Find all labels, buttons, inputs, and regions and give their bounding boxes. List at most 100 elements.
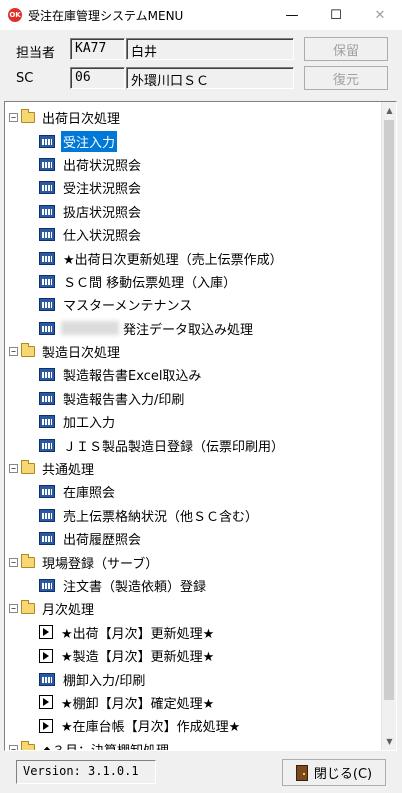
tree-item-label: 仕入状況照会 bbox=[63, 229, 142, 245]
tree-item[interactable]: マスターメンテナンス bbox=[5, 293, 383, 316]
tree-item[interactable]: ★出荷【月次】更新処理★ bbox=[5, 621, 383, 644]
tree-item[interactable]: 製造報告書入力/印刷 bbox=[5, 387, 383, 410]
close-button-label: 閉じる(C) bbox=[313, 767, 373, 782]
sc-name-field[interactable]: 外環川口ＳＣ bbox=[126, 67, 294, 89]
tree-item-label: ★棚卸【月次】確定処理★ bbox=[61, 696, 215, 712]
scroll-up-icon[interactable]: ▲ bbox=[382, 102, 396, 119]
tree-group[interactable]: − ◆３月：決算棚卸処理 bbox=[5, 738, 383, 750]
tree-group-label: 現場登録（サーブ） bbox=[42, 556, 159, 572]
tree-item-label: 注文書（製造依頼）登録 bbox=[63, 580, 207, 595]
collapse-icon[interactable]: − bbox=[9, 464, 18, 474]
tree-group[interactable]: − 月次処理 bbox=[5, 597, 383, 620]
tanto-name-field[interactable]: 白井 bbox=[126, 38, 294, 60]
tree-item[interactable]: 出荷履歴照会 bbox=[5, 527, 383, 550]
screen-icon bbox=[39, 274, 55, 288]
screen-icon bbox=[39, 181, 55, 195]
tanto-label: 担当者 bbox=[16, 46, 56, 61]
tree-group-label: 月次処理 bbox=[42, 603, 95, 619]
run-icon bbox=[39, 648, 53, 663]
window-title: 受注在庫管理システムMENU bbox=[28, 8, 184, 23]
collapse-icon[interactable]: − bbox=[9, 113, 18, 123]
scroll-down-icon[interactable]: ▼ bbox=[382, 733, 396, 750]
sc-label: SC bbox=[16, 71, 34, 86]
restore-button[interactable]: 復元 bbox=[304, 66, 388, 90]
run-icon bbox=[39, 695, 53, 710]
screen-icon bbox=[39, 368, 55, 382]
tree-content: − 出荷日次処理 受注入力 出荷状況照会 受注状況照会 扱店状況照会仕入状況照会 ★出荷日次… bbox=[5, 106, 383, 750]
tree-item-label: 在庫照会 bbox=[63, 486, 116, 502]
folder-icon bbox=[21, 109, 35, 124]
menu-tree[interactable]: − 出荷日次処理 受注入力 出荷状況照会 受注状況照会 扱店状況照会仕入状況照会 ★出荷日次… bbox=[4, 101, 397, 751]
version-label: Version: 3.1.0.1 bbox=[16, 760, 156, 784]
save-button[interactable]: 保留 bbox=[304, 37, 388, 61]
maximize-button[interactable]: ☐ bbox=[314, 0, 358, 30]
tree-group[interactable]: − 共通処理 bbox=[5, 457, 383, 480]
tree-group-label: 製造日次処理 bbox=[42, 346, 121, 362]
tree-item[interactable]: ★出荷日次更新処理（売上伝票作成） bbox=[5, 246, 383, 269]
collapse-icon[interactable]: − bbox=[9, 744, 18, 750]
tree-item[interactable]: 製造報告書Excel取込み bbox=[5, 363, 383, 386]
screen-icon bbox=[39, 251, 55, 265]
screen-icon bbox=[39, 391, 55, 405]
collapse-icon[interactable]: − bbox=[9, 604, 18, 614]
tree-item-label: ★製造【月次】更新処理★ bbox=[61, 650, 215, 666]
screen-icon bbox=[39, 157, 55, 171]
screen-icon bbox=[39, 485, 55, 499]
tree-item-label: 受注入力 bbox=[59, 129, 119, 153]
screen-icon bbox=[39, 321, 55, 335]
tree-item[interactable]: 仕入状況照会 bbox=[5, 223, 383, 246]
folder-icon bbox=[21, 460, 35, 475]
screen-icon bbox=[39, 532, 55, 546]
door-icon bbox=[295, 764, 308, 781]
tree-group-label: 出荷日次処理 bbox=[42, 112, 121, 128]
tree-item[interactable]: ＳＣ間 移動伝票処理（入庫） bbox=[5, 270, 383, 293]
folder-icon bbox=[21, 740, 35, 750]
tree-group-label: ◆３月：決算棚卸処理 bbox=[40, 739, 171, 750]
close-window-button[interactable]: ✕ bbox=[358, 0, 402, 30]
tree-item[interactable]: 出荷状況照会 bbox=[5, 153, 383, 176]
tree-item[interactable]: 売上伝票格納状況（他ＳＣ含む） bbox=[5, 504, 383, 527]
tree-item[interactable]: 受注状況照会 bbox=[5, 176, 383, 199]
tree-item-label: ＪＩＳ製品製造日登録（伝票印刷用） bbox=[63, 439, 285, 455]
tree-item[interactable]: 受注入力 bbox=[5, 129, 383, 153]
title-bar: OK 受注在庫管理システムMENU — ☐ ✕ bbox=[0, 0, 402, 30]
tree-item-label: 売上伝票格納状況（他ＳＣ含む） bbox=[63, 509, 259, 525]
tree-item-label: ★在庫台帳【月次】作成処理★ bbox=[61, 720, 241, 736]
tree-item[interactable]: 加工入力 bbox=[5, 410, 383, 433]
screen-icon bbox=[39, 415, 55, 429]
tree-item-label: ★出荷【月次】更新処理★ bbox=[61, 626, 215, 642]
tree-item[interactable]: ★製造【月次】更新処理★ bbox=[5, 644, 383, 667]
vertical-scrollbar[interactable]: ▲ ▼ bbox=[381, 102, 396, 750]
sc-code-field[interactable]: 06 bbox=[70, 67, 125, 89]
screen-icon bbox=[39, 298, 55, 312]
tree-group[interactable]: − 現場登録（サーブ） bbox=[5, 550, 383, 573]
tanto-code-field[interactable]: KA77 bbox=[70, 38, 125, 60]
close-button[interactable]: 閉じる(C) bbox=[282, 759, 386, 786]
folder-icon bbox=[21, 600, 35, 615]
tree-item-label: 発注データ取込み処理 bbox=[123, 322, 254, 338]
screen-icon bbox=[39, 579, 55, 592]
tree-item-label: ★出荷日次更新処理（売上伝票作成） bbox=[63, 252, 283, 268]
collapse-icon[interactable]: − bbox=[9, 347, 18, 357]
tree-item-label: 製造報告書Excel取込み bbox=[63, 369, 202, 385]
folder-icon bbox=[21, 553, 35, 568]
tree-item[interactable]: ＪＩＳ製品製造日登録（伝票印刷用） bbox=[5, 433, 383, 456]
tree-item[interactable]: 扱店状況照会 bbox=[5, 200, 383, 223]
window-controls: — ☐ ✕ bbox=[270, 0, 402, 30]
tree-item[interactable]: 注文書（製造依頼）登録 bbox=[5, 574, 383, 597]
tree-item[interactable]: 棚卸入力/印刷 bbox=[5, 667, 383, 690]
scroll-thumb[interactable] bbox=[384, 120, 394, 700]
tree-group[interactable]: − 製造日次処理 bbox=[5, 340, 383, 363]
run-icon bbox=[39, 625, 53, 640]
redacted-text bbox=[61, 321, 119, 336]
screen-icon bbox=[39, 228, 55, 242]
minimize-button[interactable]: — bbox=[270, 0, 314, 30]
tree-item-label: マスターメンテナンス bbox=[63, 299, 193, 315]
collapse-icon[interactable]: − bbox=[9, 557, 18, 567]
tree-item[interactable]: 発注データ取込み処理 bbox=[5, 317, 383, 340]
tree-item[interactable]: ★在庫台帳【月次】作成処理★ bbox=[5, 714, 383, 737]
tree-group[interactable]: − 出荷日次処理 bbox=[5, 106, 383, 129]
run-icon bbox=[39, 718, 53, 733]
tree-item[interactable]: 在庫照会 bbox=[5, 480, 383, 503]
tree-item[interactable]: ★棚卸【月次】確定処理★ bbox=[5, 691, 383, 714]
